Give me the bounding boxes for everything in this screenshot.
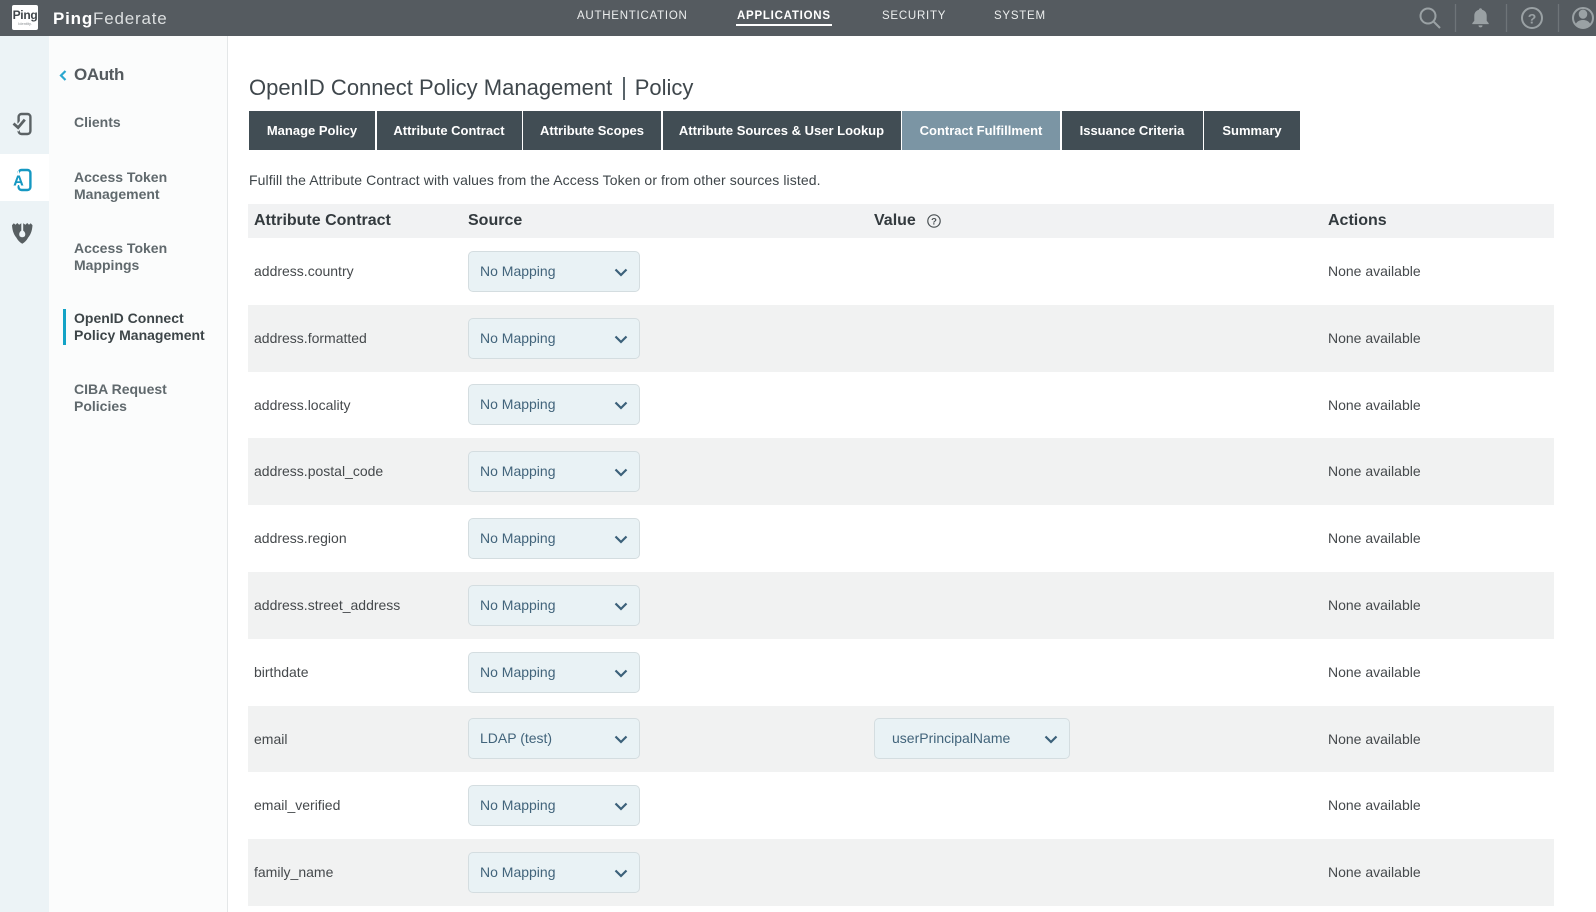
- svg-text:?: ?: [1528, 11, 1537, 27]
- svg-text:A: A: [13, 174, 24, 190]
- svg-text:?: ?: [931, 216, 937, 227]
